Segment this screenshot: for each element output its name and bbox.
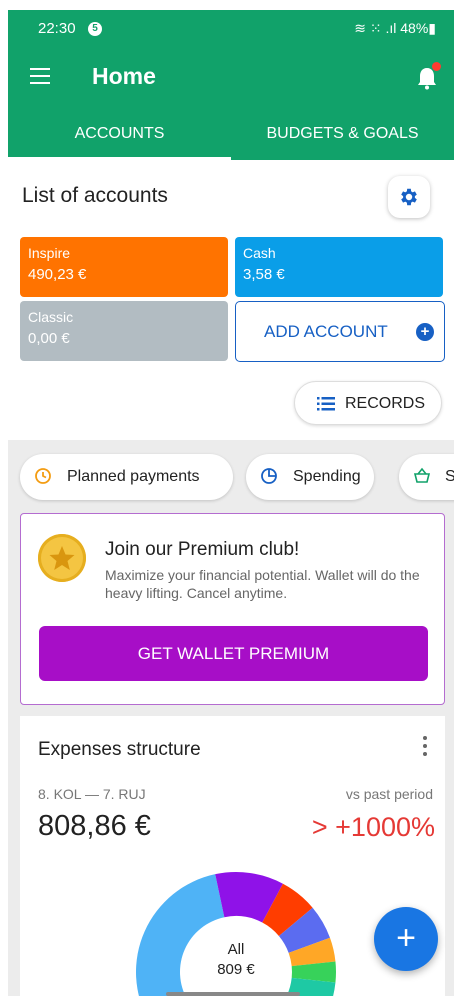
get-premium-button[interactable]: GET WALLET PREMIUM (39, 626, 428, 681)
chip-planned-payments[interactable]: Planned payments (20, 454, 233, 500)
premium-title: Join our Premium club! (105, 539, 300, 560)
shortcut-chips: Planned payments Spending S (8, 454, 454, 502)
account-name: Cash (243, 245, 276, 261)
add-record-fab[interactable]: + (374, 907, 438, 971)
chip-label: S (445, 468, 454, 485)
accounts-heading: List of accounts (22, 184, 168, 207)
plus-circle-icon: + (416, 323, 434, 341)
status-time: 22:30 (38, 20, 76, 37)
page-title: Home (92, 63, 156, 89)
notification-count-badge: 5 (88, 22, 102, 36)
account-balance: 0,00 € (28, 330, 70, 347)
comparison-label: vs past period (345, 786, 433, 802)
expenses-period: 8. KOL — 7. RUJ (38, 786, 146, 802)
expenses-total: 808,86 € (38, 810, 151, 842)
tab-budgets-goals[interactable]: BUDGETS & GOALS (231, 110, 454, 160)
bell-icon[interactable] (416, 62, 441, 90)
expenses-change: > +1000% (311, 812, 435, 842)
account-tile-inspire[interactable]: Inspire 490,23 € (20, 237, 228, 297)
account-tile-cash[interactable]: Cash 3,58 € (235, 237, 443, 297)
account-name: Classic (28, 309, 74, 325)
star-medal-icon (38, 534, 86, 582)
chip-third[interactable]: S (399, 454, 454, 500)
app-screen: 22:30 5 ≋ ⁙ .ıl 48%▮ Home ACCOUNTS BUDGE… (8, 10, 454, 996)
hamburger-icon[interactable] (30, 68, 50, 84)
status-icons: ≋ ⁙ .ıl 48%▮ (354, 20, 436, 36)
tab-accounts[interactable]: ACCOUNTS (8, 110, 231, 160)
records-label: RECORDS (345, 395, 426, 412)
tab-bar: ACCOUNTS BUDGETS & GOALS (8, 110, 454, 160)
accounts-settings-button[interactable] (388, 176, 430, 218)
app-bar: Home (8, 46, 454, 110)
add-account-button[interactable]: ADD ACCOUNT + (235, 301, 445, 362)
expenses-title: Expenses structure (38, 739, 201, 760)
account-tile-classic[interactable]: Classic 0,00 € (20, 301, 228, 361)
donut-center-value: 809 € (217, 961, 255, 978)
home-indicator (166, 992, 300, 996)
add-account-label: ADD ACCOUNT (264, 322, 388, 341)
donut-center-label: All 809 € (188, 940, 284, 980)
premium-description: Maximize your financial potential. Walle… (105, 567, 420, 601)
donut-center-title: All (227, 941, 245, 958)
account-balance: 490,23 € (28, 266, 87, 283)
list-icon (317, 397, 335, 411)
chip-spending[interactable]: Spending (246, 454, 374, 500)
more-options-icon[interactable] (423, 736, 429, 756)
clock-icon (35, 468, 51, 484)
gear-icon (401, 188, 417, 206)
notification-dot (432, 62, 441, 71)
chip-label: Spending (293, 468, 361, 485)
account-name: Inspire (28, 245, 71, 261)
account-balance: 3,58 € (243, 266, 285, 283)
status-bar: 22:30 5 ≋ ⁙ .ıl 48%▮ (8, 10, 454, 46)
premium-promo-card: Join our Premium club! Maximize your fin… (20, 513, 445, 705)
records-button[interactable]: RECORDS (294, 381, 442, 425)
basket-icon (413, 467, 431, 483)
pie-chart-icon (261, 468, 277, 484)
chip-label: Planned payments (67, 468, 200, 485)
